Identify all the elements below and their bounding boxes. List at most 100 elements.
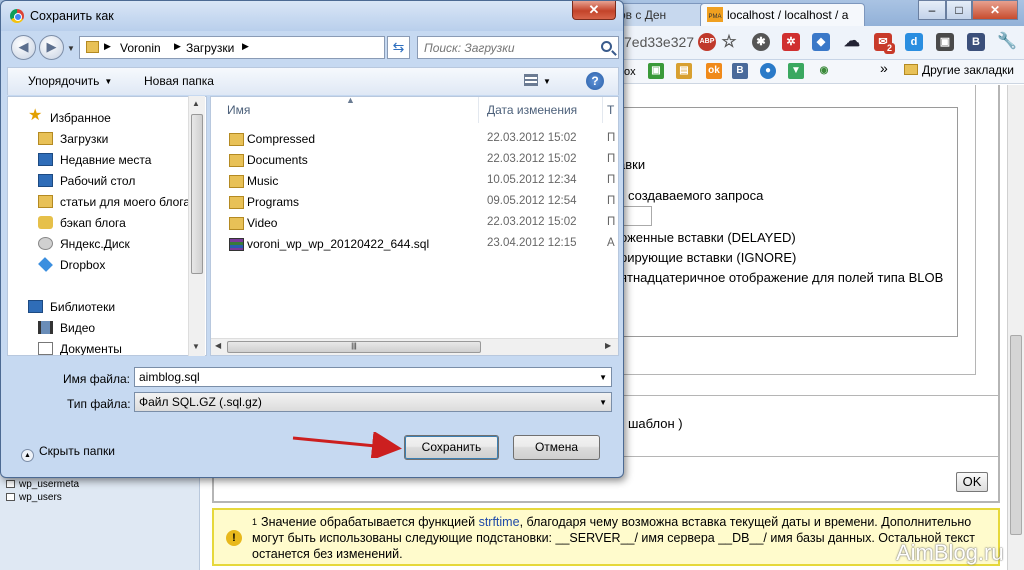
search-icon[interactable]: [601, 41, 612, 52]
help-icon[interactable]: ?: [586, 72, 604, 90]
bookmarks-overflow-chevron[interactable]: »: [880, 60, 888, 76]
nav-item-blog-backup[interactable]: бэкап блога: [60, 216, 126, 230]
file-row[interactable]: Compressed 22.03.2012 15:02 П: [211, 129, 618, 150]
chevron-down-icon[interactable]: ▼: [599, 373, 607, 382]
chevron-down-icon[interactable]: ▼: [599, 398, 607, 407]
other-bookmarks[interactable]: Другие закладки: [904, 63, 1014, 77]
browser-minimize-button[interactable]: –: [918, 0, 946, 20]
hide-folders-toggle[interactable]: ▲ Скрыть папки: [21, 444, 115, 462]
video-library-icon: [38, 321, 53, 334]
tab-title: localhost / localhost / а: [727, 8, 849, 22]
file-row[interactable]: voroni_wp_wp_20120422_644.sql 23.04.2012…: [211, 234, 618, 255]
filetype-select[interactable]: Файл SQL.GZ (.sql.gz) ▼: [134, 392, 612, 412]
filetype-value: Файл SQL.GZ (.sql.gz): [139, 395, 262, 409]
bookmark-green-icon[interactable]: ▣: [648, 63, 664, 79]
b-icon[interactable]: B: [967, 33, 985, 51]
puzzle-icon[interactable]: ▣: [936, 33, 954, 51]
nav-item-yandex-disk[interactable]: Яндекс.Диск: [60, 237, 130, 251]
breadcrumb-segment[interactable]: Загрузки: [186, 41, 234, 55]
cancel-button[interactable]: Отмена: [513, 435, 600, 460]
folder-icon: [86, 41, 99, 53]
browser-tab-active[interactable]: PMA localhost / localhost / а: [700, 3, 865, 26]
history-dropdown-icon[interactable]: ▼: [67, 44, 75, 53]
breadcrumb-segment[interactable]: Voronin: [120, 41, 161, 55]
folder-icon: [38, 195, 53, 208]
browser-tab[interactable]: ов с Ден: [610, 3, 705, 26]
nav-item-dropbox[interactable]: Dropbox: [60, 258, 105, 272]
nav-item-documents[interactable]: Документы: [60, 342, 122, 355]
chevron-down-icon[interactable]: ▼: [543, 77, 551, 86]
bookmark-book-icon[interactable]: ▤: [676, 63, 692, 79]
new-folder-button[interactable]: Новая папка: [144, 74, 214, 88]
search-input[interactable]: [418, 37, 598, 58]
red-ext-icon[interactable]: ✲: [782, 33, 800, 51]
address-bar-text[interactable]: 7ed33e327: [624, 34, 694, 50]
scroll-down-icon[interactable]: ▼: [192, 342, 200, 351]
ok-button[interactable]: OK: [956, 472, 988, 492]
table-link[interactable]: wp_users: [6, 492, 62, 503]
bug-icon[interactable]: ✱: [752, 33, 770, 51]
scrollbar-thumb[interactable]: [191, 114, 203, 274]
nav-pane-scrollbar[interactable]: ▲ ▼: [188, 96, 205, 356]
file-row[interactable]: Video 22.03.2012 15:02 П: [211, 213, 618, 234]
back-arrow-icon[interactable]: ◀: [11, 35, 36, 60]
bookmark-ok-icon[interactable]: ok: [706, 63, 722, 79]
file-row[interactable]: Documents 22.03.2012 15:02 П: [211, 150, 618, 171]
column-header-type[interactable]: Т: [599, 97, 618, 123]
nav-item-downloads[interactable]: Загрузки: [60, 132, 108, 146]
scroll-up-icon[interactable]: ▲: [192, 99, 200, 108]
strftime-link[interactable]: strftime: [479, 515, 520, 529]
nav-item-blog-articles[interactable]: статьи для моего блога: [60, 195, 190, 209]
bookmark-vk-icon[interactable]: B: [732, 63, 748, 79]
breadcrumb-chevron-icon[interactable]: ▶: [174, 41, 181, 52]
nav-item-video[interactable]: Видео: [60, 321, 95, 335]
nav-favorites-header[interactable]: Избранное: [50, 111, 111, 125]
forward-arrow-icon[interactable]: ▶: [39, 35, 64, 60]
column-header-date[interactable]: Дата изменения: [479, 97, 603, 123]
bookmark-circle-icon[interactable]: ◉: [816, 63, 832, 79]
address-path-box[interactable]: ▶ Voronin ▶ Загрузки ▶ ▼: [79, 36, 448, 59]
scroll-left-icon[interactable]: ◀: [215, 341, 221, 350]
table-link[interactable]: wp_usermeta: [6, 479, 79, 490]
nav-item-recent[interactable]: Недавние места: [60, 153, 151, 167]
blue-ext-icon[interactable]: ◆: [812, 33, 830, 51]
page-scrollbar[interactable]: [1007, 85, 1024, 570]
save-button[interactable]: Сохранить: [404, 435, 499, 460]
bookmark-v-icon[interactable]: ▼: [788, 63, 804, 79]
file-list-hscrollbar[interactable]: ◀ ||| ▶: [211, 338, 618, 355]
browser-maximize-button[interactable]: □: [946, 0, 972, 20]
dialog-close-button[interactable]: ✕: [572, 1, 616, 20]
column-header-name[interactable]: Имя: [219, 97, 479, 123]
wrench-icon[interactable]: 🔧: [997, 33, 1017, 51]
abp-icon[interactable]: ABP: [698, 33, 716, 51]
filename-field[interactable]: aimblog.sql ▼: [134, 367, 612, 387]
browser-close-button[interactable]: ✕: [972, 0, 1018, 20]
scrollbar-thumb[interactable]: [1010, 335, 1022, 535]
file-row[interactable]: Programs 09.05.2012 12:54 П: [211, 192, 618, 213]
desktop-icon: [38, 174, 53, 187]
organize-button[interactable]: Упорядочить ▼: [28, 74, 112, 88]
d-icon[interactable]: d: [905, 33, 923, 51]
file-row[interactable]: Music 10.05.2012 12:34 П: [211, 171, 618, 192]
refresh-icon[interactable]: ⇆: [387, 36, 410, 59]
cloud-icon[interactable]: ☁: [843, 33, 861, 51]
bookmark-drop-icon[interactable]: ●: [760, 63, 776, 79]
scrollbar-thumb[interactable]: |||: [227, 341, 481, 353]
nav-item-desktop[interactable]: Рабочий стол: [60, 174, 135, 188]
search-box[interactable]: [417, 36, 619, 59]
watermark: AimBlog.ru: [896, 540, 1004, 565]
nav-libraries-header[interactable]: Библиотеки: [50, 300, 115, 314]
scroll-right-icon[interactable]: ▶: [605, 341, 611, 350]
folder-icon: [229, 133, 244, 146]
dialog-nav-bar: ◀ ▶ ▼ ▶ Voronin ▶ Загрузки ▶ ▼ ⇆: [7, 33, 619, 63]
navigation-pane: ★ Избранное Загрузки Недавние места Рабо…: [7, 96, 207, 356]
dialog-titlebar[interactable]: Сохранить как ✕: [1, 1, 623, 31]
view-options-icon[interactable]: [524, 74, 538, 86]
libraries-icon: [28, 300, 43, 313]
breadcrumb-chevron-icon[interactable]: ▶: [242, 41, 249, 52]
documents-library-icon: [38, 342, 53, 355]
archive-file-icon: [229, 238, 244, 251]
bookmark-item[interactable]: ox: [624, 66, 636, 78]
breadcrumb-chevron-icon[interactable]: ▶: [104, 41, 111, 52]
star-icon[interactable]: ☆: [720, 33, 738, 51]
